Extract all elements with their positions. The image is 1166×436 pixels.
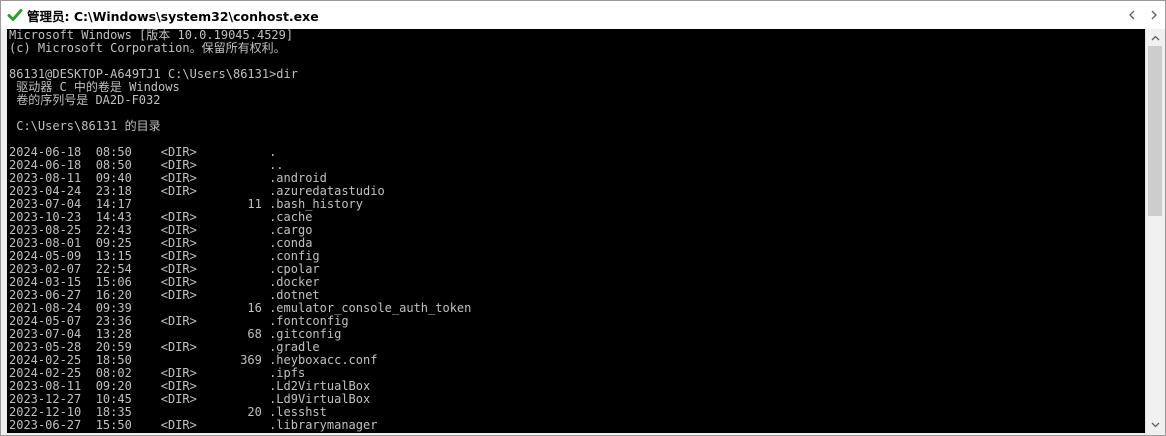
check-icon	[7, 7, 23, 23]
scrollbar-thumb[interactable]	[1148, 46, 1162, 216]
console-line: C:\Users\86131 的目录	[9, 119, 161, 133]
console-line: (c) Microsoft Corporation。保留所有权利。	[9, 41, 286, 55]
title-scroll-right-icon[interactable]	[1143, 1, 1165, 29]
scroll-up-icon[interactable]	[1146, 29, 1164, 46]
console-line: 2023-06-27 15:50 <DIR> .librarymanager	[9, 418, 378, 432]
title-scroll-left-icon[interactable]	[1121, 1, 1143, 29]
console-line: 驱动器 C 中的卷是 Windows	[9, 80, 180, 94]
console-window: 管理员: C:\Windows\system32\conhost.exe Mic…	[0, 0, 1166, 436]
console-output[interactable]: Microsoft Windows [版本 10.0.19045.4529] (c…	[7, 29, 1145, 433]
window-title: 管理员: C:\Windows\system32\conhost.exe	[27, 8, 319, 24]
title-bar[interactable]: 管理员: C:\Windows\system32\conhost.exe	[1, 1, 1165, 29]
vertical-scrollbar[interactable]	[1145, 29, 1164, 433]
console-line: 卷的序列号是 DA2D-F032	[9, 93, 161, 107]
scroll-down-icon[interactable]	[1146, 416, 1164, 433]
